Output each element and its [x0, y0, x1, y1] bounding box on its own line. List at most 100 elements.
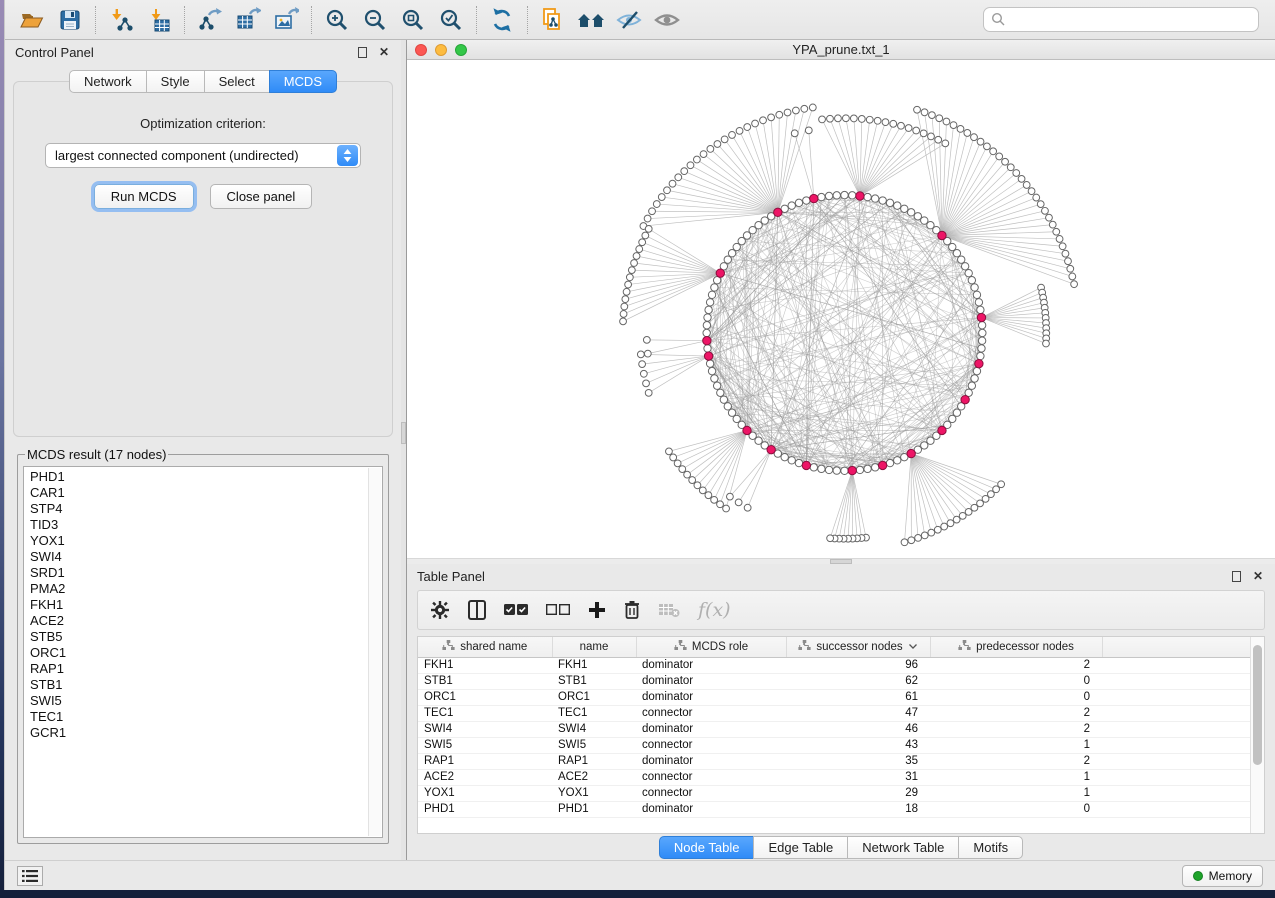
table-vertical-scrollbar[interactable]: [1250, 637, 1264, 833]
table-row[interactable]: STB1STB1dominator620: [418, 673, 1258, 689]
toolbar-separator: [95, 6, 96, 34]
float-panel-icon[interactable]: [1229, 569, 1243, 583]
memory-status-icon: [1193, 871, 1203, 881]
result-node-item[interactable]: RAP1: [30, 661, 382, 677]
zoom-out-icon[interactable]: [356, 4, 394, 36]
toolbar-separator: [184, 6, 185, 34]
result-list-scrollbar[interactable]: [368, 468, 381, 836]
search-input[interactable]: [1006, 13, 1251, 27]
task-history-button[interactable]: [17, 866, 43, 886]
import-network-icon[interactable]: [102, 4, 140, 36]
table-row[interactable]: TEC1TEC1connector472: [418, 705, 1258, 721]
export-table-icon[interactable]: [229, 4, 267, 36]
scrollbar-thumb[interactable]: [1253, 645, 1262, 765]
mcds-result-list[interactable]: PHD1CAR1STP4TID3YOX1SWI4SRD1PMA2FKH1ACE2…: [23, 466, 383, 838]
delete-table-icon[interactable]: [658, 597, 680, 623]
zoom-fit-icon[interactable]: [394, 4, 432, 36]
result-node-item[interactable]: SRD1: [30, 565, 382, 581]
splitter-handle[interactable]: [830, 559, 852, 564]
column-header-successor-nodes[interactable]: successor nodes: [786, 637, 930, 657]
select-all-icon[interactable]: [504, 597, 528, 623]
result-node-item[interactable]: YOX1: [30, 533, 382, 549]
add-column-icon[interactable]: [588, 597, 606, 623]
close-panel-icon[interactable]: ✕: [1251, 569, 1265, 583]
refresh-view-icon[interactable]: [483, 4, 521, 36]
tab-network-table[interactable]: Network Table: [847, 836, 959, 859]
delete-columns-icon[interactable]: [624, 597, 640, 623]
open-session-icon[interactable]: [13, 4, 51, 36]
splitter-handle[interactable]: [401, 422, 406, 444]
table-row[interactable]: YOX1YOX1connector291: [418, 785, 1258, 801]
network-canvas[interactable]: [407, 60, 1275, 558]
tab-network[interactable]: Network: [69, 70, 147, 93]
column-header-name[interactable]: name: [552, 637, 636, 657]
result-node-item[interactable]: TID3: [30, 517, 382, 533]
main-toolbar: [5, 0, 1275, 40]
horizontal-splitter[interactable]: [407, 558, 1275, 564]
control-panel-tabs: NetworkStyleSelectMCDS: [5, 70, 401, 93]
export-image-icon[interactable]: [267, 4, 305, 36]
tab-style[interactable]: Style: [146, 70, 205, 93]
result-node-item[interactable]: ACE2: [30, 613, 382, 629]
search-field[interactable]: [983, 7, 1259, 32]
save-session-icon[interactable]: [51, 4, 89, 36]
table-row[interactable]: SWI4SWI4dominator462: [418, 721, 1258, 737]
show-all-icon[interactable]: [648, 4, 686, 36]
node-attribute-icon: [798, 640, 811, 654]
criterion-dropdown[interactable]: largest connected component (undirected): [45, 143, 361, 168]
hide-selected-icon[interactable]: [610, 4, 648, 36]
table-row[interactable]: PHD1PHD1dominator180: [418, 801, 1258, 817]
result-node-item[interactable]: STB1: [30, 677, 382, 693]
deselect-all-icon[interactable]: [546, 597, 570, 623]
tab-edge-table[interactable]: Edge Table: [753, 836, 848, 859]
node-attribute-icon: [442, 640, 455, 654]
mcds-result-title: MCDS result (17 nodes): [25, 447, 168, 462]
result-node-item[interactable]: CAR1: [30, 485, 382, 501]
result-node-item[interactable]: STB5: [30, 629, 382, 645]
import-table-icon[interactable]: [140, 4, 178, 36]
copy-network-icon[interactable]: [534, 4, 572, 36]
table-panel-tabs: Node TableEdge TableNetwork TableMotifs: [407, 834, 1275, 860]
first-neighbors-icon[interactable]: [572, 4, 610, 36]
run-mcds-button[interactable]: Run MCDS: [94, 184, 194, 209]
close-panel-icon[interactable]: ✕: [377, 45, 391, 59]
table-row[interactable]: SWI5SWI5connector431: [418, 737, 1258, 753]
result-node-item[interactable]: SWI4: [30, 549, 382, 565]
apply-function-icon[interactable]: f(x): [698, 597, 731, 623]
graph-nodes[interactable]: [620, 104, 1078, 546]
float-panel-icon[interactable]: [355, 45, 369, 59]
tab-select[interactable]: Select: [204, 70, 270, 93]
table-row[interactable]: ORC1ORC1dominator610: [418, 689, 1258, 705]
zoom-selected-icon[interactable]: [432, 4, 470, 36]
table-row[interactable]: RAP1RAP1dominator352: [418, 753, 1258, 769]
close-panel-button[interactable]: Close panel: [210, 184, 313, 209]
memory-button[interactable]: Memory: [1182, 865, 1263, 887]
network-graph[interactable]: [407, 60, 1275, 558]
table-toolbar: f(x): [417, 590, 1265, 630]
column-header-MCDS-role[interactable]: MCDS role: [636, 637, 786, 657]
result-node-item[interactable]: TEC1: [30, 709, 382, 725]
export-network-icon[interactable]: [191, 4, 229, 36]
search-icon: [991, 12, 1006, 27]
column-header-shared-name[interactable]: shared name: [418, 637, 552, 657]
tab-mcds[interactable]: MCDS: [269, 70, 337, 93]
split-columns-icon[interactable]: [468, 597, 486, 623]
result-node-item[interactable]: ORC1: [30, 645, 382, 661]
sort-desc-icon: [908, 641, 918, 653]
result-node-item[interactable]: PMA2: [30, 581, 382, 597]
zoom-in-icon[interactable]: [318, 4, 356, 36]
table-row[interactable]: FKH1FKH1dominator962: [418, 657, 1258, 673]
result-node-item[interactable]: STP4: [30, 501, 382, 517]
network-window-titlebar[interactable]: YPA_prune.txt_1: [407, 40, 1275, 60]
column-header-predecessor-nodes[interactable]: predecessor nodes: [930, 637, 1102, 657]
result-node-item[interactable]: PHD1: [30, 469, 382, 485]
dropdown-stepper-icon: [337, 145, 358, 166]
tab-node-table[interactable]: Node Table: [659, 836, 755, 859]
table-row[interactable]: ACE2ACE2connector311: [418, 769, 1258, 785]
node-table[interactable]: shared namenameMCDS rolesuccessor nodesp…: [418, 637, 1258, 818]
result-node-item[interactable]: SWI5: [30, 693, 382, 709]
result-node-item[interactable]: FKH1: [30, 597, 382, 613]
tab-motifs[interactable]: Motifs: [958, 836, 1023, 859]
column-settings-icon[interactable]: [430, 597, 450, 623]
result-node-item[interactable]: GCR1: [30, 725, 382, 741]
